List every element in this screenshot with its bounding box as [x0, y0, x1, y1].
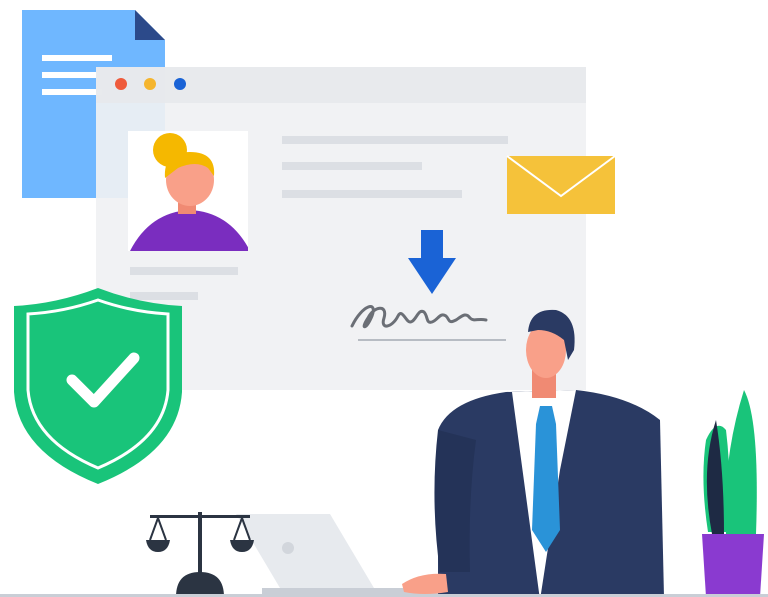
plant-icon: [702, 390, 764, 597]
text-line: [130, 267, 238, 275]
avatar-card: [128, 131, 248, 251]
shield-check-icon: [14, 288, 182, 484]
text-line: [130, 292, 198, 300]
text-line: [282, 190, 462, 198]
window-maximize-dot: [174, 78, 186, 90]
text-line: [282, 136, 508, 144]
scales-icon: [146, 512, 254, 597]
envelope-icon: [506, 155, 616, 214]
illustration-scene: [0, 10, 768, 597]
window-minimize-dot: [144, 78, 156, 90]
window-close-dot: [115, 78, 127, 90]
text-line: [282, 162, 422, 170]
